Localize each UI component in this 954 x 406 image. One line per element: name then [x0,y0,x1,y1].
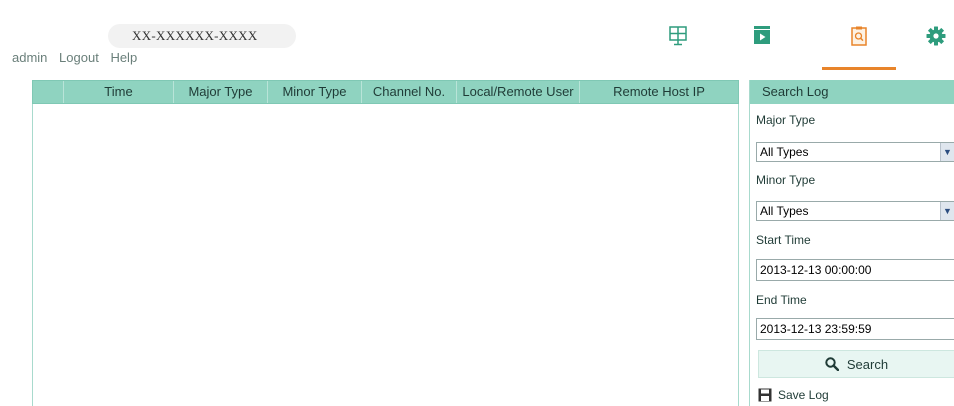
search-log-panel: Search Log Major Type All Types ▼ Minor … [749,80,954,406]
start-time-label: Start Time [756,233,811,247]
playback-icon [754,26,770,44]
log-icon [851,26,867,46]
major-type-select[interactable]: All Types ▼ [756,142,954,162]
log-table-header: Time Major Type Minor Type Channel No. L… [32,80,739,104]
minor-type-select[interactable]: All Types ▼ [756,201,954,221]
device-name: XX-XXXXXX-XXXX [132,28,258,43]
search-log-title: Search Log [750,80,954,104]
table-header-checkbox-col [33,81,64,103]
help-link[interactable]: Help [110,50,137,65]
major-type-label: Major Type [756,113,816,127]
column-header-remote-host-ip[interactable]: Remote Host IP [580,81,738,103]
nav-live-view[interactable] [650,20,706,70]
column-header-local-remote-user[interactable]: Local/Remote User [457,81,580,103]
log-page: XX-XXXXXX-XXXX admin Logout Help Time Ma… [0,0,954,406]
logout-link[interactable]: Logout [59,50,99,65]
save-log-button[interactable]: Save Log [758,388,829,402]
nav-log[interactable] [822,20,896,70]
search-button[interactable]: Search [758,350,954,378]
minor-type-value: All Types [760,204,809,218]
search-button-label: Search [846,356,889,372]
log-table-body [32,104,739,406]
search-icon [825,357,839,371]
column-header-minor-type[interactable]: Minor Type [268,81,362,103]
gear-icon [926,26,946,46]
chevron-down-icon: ▼ [940,202,954,220]
major-type-value: All Types [760,145,809,159]
column-header-major-type[interactable]: Major Type [174,81,268,103]
save-icon [758,388,772,402]
end-time-input[interactable]: 2013-12-13 23:59:59 [756,318,954,340]
end-time-label: End Time [756,293,807,307]
start-time-input[interactable]: 2013-12-13 00:00:00 [756,259,954,281]
column-header-time[interactable]: Time [64,81,174,103]
nav-configuration[interactable] [918,20,954,70]
nav-playback[interactable] [734,20,790,70]
column-header-channel-no[interactable]: Channel No. [362,81,457,103]
admin-link[interactable]: admin [12,50,47,65]
minor-type-label: Minor Type [756,173,816,187]
user-links: admin Logout Help [12,50,145,65]
chevron-down-icon: ▼ [940,143,954,161]
live-view-icon [669,26,687,46]
save-log-label: Save Log [778,388,829,402]
